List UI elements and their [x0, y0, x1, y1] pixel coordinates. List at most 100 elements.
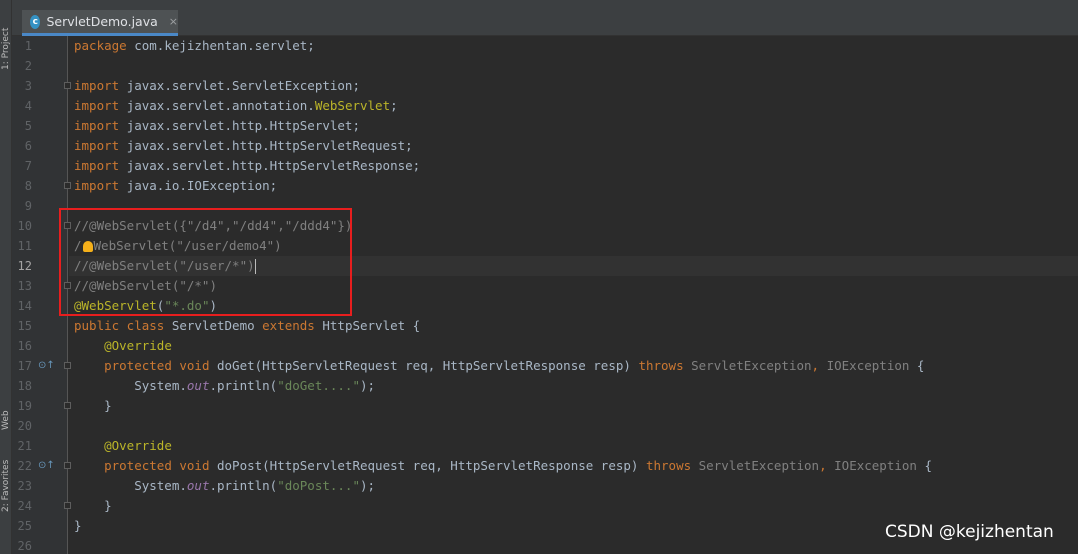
code-token: out [186, 478, 210, 493]
code-token: import [74, 98, 127, 113]
fold-icon[interactable] [64, 502, 71, 509]
code-token: doGet(HttpServletRequest req, HttpServle… [217, 358, 639, 373]
code-token: import [74, 118, 127, 133]
fold-icon[interactable] [64, 362, 71, 369]
line-number: 23 [17, 479, 32, 493]
code-token: javax.servlet.http.HttpServlet; [126, 118, 360, 133]
line-number: 25 [17, 519, 32, 533]
code-line[interactable]: package com.kejizhentan.servlet; [74, 36, 315, 56]
code-token: ServletException [691, 358, 812, 373]
toolbar-strip [12, 0, 1078, 8]
code-token: "doGet...." [277, 378, 360, 393]
code-token: javax.servlet.ServletException; [126, 78, 360, 93]
override-marker-icon[interactable]: ⊙↑ [38, 456, 55, 476]
web-tab-label: Web [1, 410, 11, 430]
code-line[interactable]: import javax.servlet.http.HttpServletRes… [74, 156, 420, 176]
line-number: 13 [17, 279, 32, 293]
code-line[interactable]: System.out.println("doGet...."); [74, 376, 375, 396]
tab-label: ServletDemo.java [46, 14, 158, 29]
line-number: 11 [17, 239, 32, 253]
editor-tab-bar: c ServletDemo.java × [12, 8, 1078, 36]
line-number: 7 [24, 159, 32, 173]
line-number: 9 [24, 199, 32, 213]
code-token: out [186, 378, 210, 393]
tab-servletdemo-java[interactable]: c ServletDemo.java × [22, 10, 178, 36]
override-marker-icon[interactable]: ⊙↑ [38, 356, 55, 376]
code-token: , [811, 358, 827, 373]
line-number: 16 [17, 339, 32, 353]
tool-window-strip: 1: Project Web 2: Favorites [0, 0, 12, 554]
code-line[interactable]: import javax.servlet.http.HttpServletReq… [74, 136, 413, 156]
code-token: protected void [104, 458, 217, 473]
code-token: ); [360, 478, 376, 493]
code-token: javax.servlet.http.HttpServletRequest; [126, 138, 413, 153]
code-token: protected void [104, 358, 217, 373]
code-token: "doPost..." [277, 478, 360, 493]
code-line[interactable]: import javax.servlet.http.HttpServlet; [74, 116, 360, 136]
code-token: } [74, 498, 112, 513]
code-token: doPost(HttpServletRequest req, HttpServl… [217, 458, 646, 473]
code-line[interactable]: } [74, 516, 82, 536]
code-line[interactable]: @Override [74, 436, 172, 456]
line-number: 17 [17, 359, 32, 373]
fold-icon[interactable] [64, 82, 71, 89]
code-line[interactable]: import java.io.IOException; [74, 176, 277, 196]
code-token: ServletDemo [171, 318, 263, 333]
line-number: 14 [17, 299, 32, 313]
code-token: @Override [104, 338, 172, 353]
code-line[interactable]: protected void doPost(HttpServletRequest… [74, 456, 932, 476]
code-token: java.io.IOException; [126, 178, 278, 193]
code-token: { [916, 458, 932, 473]
code-token: IOException [826, 358, 910, 373]
line-number: 10 [17, 219, 32, 233]
code-token: .println( [209, 478, 278, 493]
line-number: 8 [24, 179, 32, 193]
line-number: 12 [17, 259, 32, 273]
code-token: System. [74, 478, 187, 493]
favorites-tab-label: 2: Favorites [1, 459, 11, 512]
code-line[interactable]: public class ServletDemo extends HttpSer… [74, 316, 420, 336]
code-token: ServletException [698, 458, 820, 473]
line-number: 2 [24, 59, 32, 73]
close-icon[interactable]: × [169, 15, 178, 28]
line-number: 21 [17, 439, 32, 453]
line-number: 22 [17, 459, 32, 473]
fold-icon[interactable] [64, 402, 71, 409]
line-number: 19 [17, 399, 32, 413]
java-class-icon: c [30, 14, 41, 29]
line-number: 26 [17, 539, 32, 553]
code-token: throws [645, 458, 699, 473]
fold-icon[interactable] [64, 182, 71, 189]
code-line[interactable]: @Override [74, 336, 172, 356]
code-token: , [819, 458, 835, 473]
code-line[interactable]: import javax.servlet.annotation.WebServl… [74, 96, 398, 116]
code-line[interactable]: import javax.servlet.ServletException; [74, 76, 360, 96]
code-line[interactable]: System.out.println("doPost..."); [74, 476, 375, 496]
code-token: throws [638, 358, 692, 373]
code-token: IOException [834, 458, 917, 473]
code-token: WebServlet [314, 98, 391, 113]
code-token: } [74, 518, 82, 533]
code-token: extends [262, 318, 323, 333]
line-number: 1 [24, 39, 32, 53]
highlight-box [59, 208, 352, 316]
line-number: 24 [17, 499, 32, 513]
code-token: @Override [104, 438, 172, 453]
code-line[interactable]: } [74, 496, 112, 516]
line-number: 18 [17, 379, 32, 393]
code-token: System. [74, 378, 187, 393]
line-number: 4 [24, 99, 32, 113]
code-token: com.kejizhentan.servlet; [134, 38, 315, 53]
code-token: import [74, 78, 127, 93]
code-token: javax.servlet.http.HttpServletResponse; [126, 158, 421, 173]
code-token: import [74, 138, 127, 153]
code-token: ); [360, 378, 376, 393]
line-number: 3 [24, 79, 32, 93]
code-token: import [74, 178, 127, 193]
fold-icon[interactable] [64, 462, 71, 469]
code-line[interactable]: } [74, 396, 112, 416]
code-line[interactable]: protected void doGet(HttpServletRequest … [74, 356, 924, 376]
